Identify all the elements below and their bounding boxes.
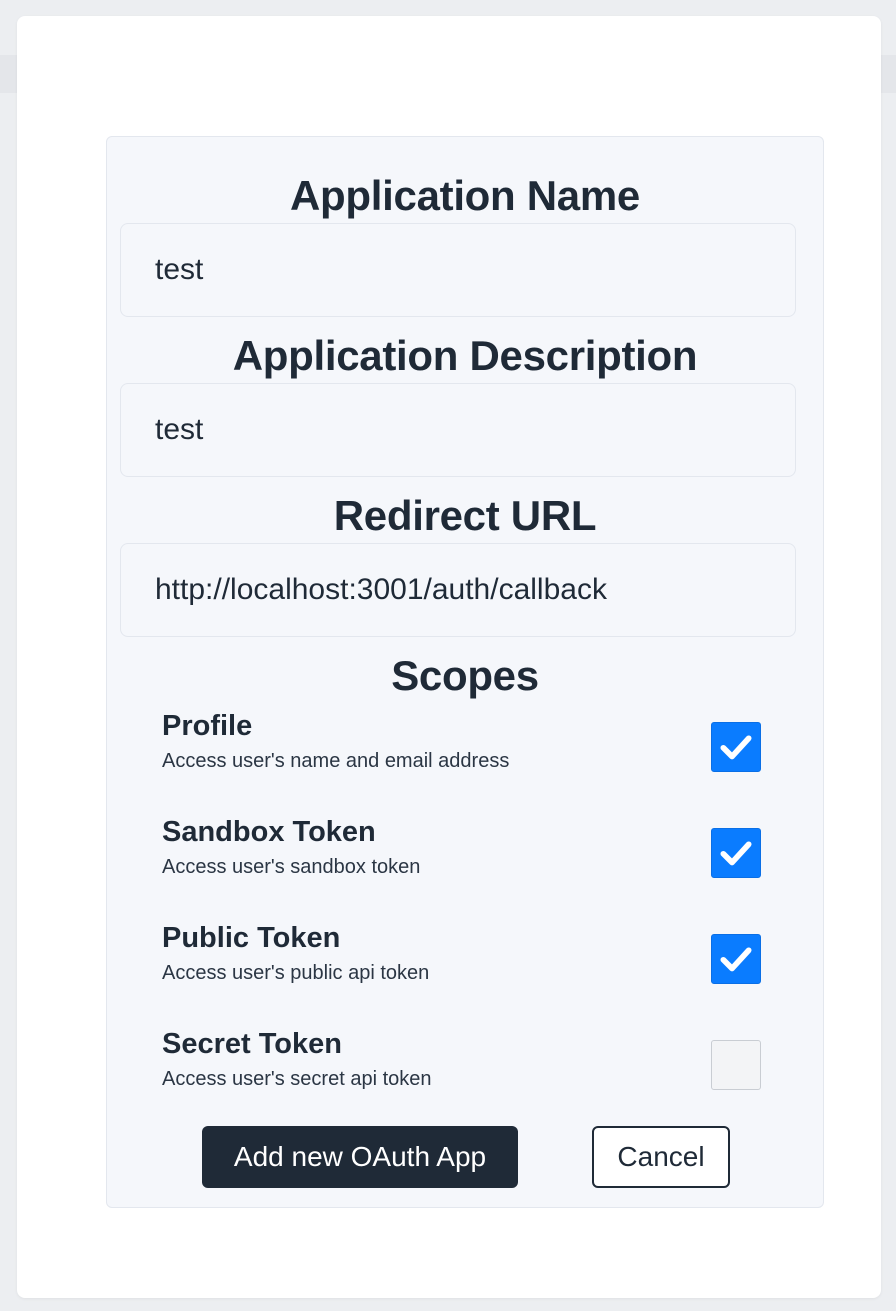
scope-title: Profile xyxy=(162,710,253,742)
app-name-input[interactable] xyxy=(120,223,796,317)
app-description-input[interactable] xyxy=(120,383,796,477)
checkmark-icon xyxy=(720,947,752,972)
scope-item-secret-token: Secret Token Access user's secret api to… xyxy=(162,1027,762,1117)
oauth-app-form: Application Name Application Description… xyxy=(106,136,824,1208)
scopes-heading: Scopes xyxy=(391,652,539,699)
checkmark-icon xyxy=(720,841,752,866)
cancel-button[interactable]: Cancel xyxy=(592,1126,730,1188)
scope-item-profile: Profile Access user's name and email add… xyxy=(162,709,762,799)
page-card: Application Name Application Description… xyxy=(17,16,881,1298)
checkmark-icon xyxy=(720,735,752,760)
scope-description: Access user's public api token xyxy=(162,962,430,984)
redirect-url-label: Redirect URL xyxy=(333,492,597,539)
scope-title: Sandbox Token xyxy=(162,816,376,848)
app-name-label: Application Name xyxy=(290,172,640,219)
scope-checkbox-public-token[interactable] xyxy=(711,934,761,984)
scope-item-public-token: Public Token Access user's public api to… xyxy=(162,921,762,1011)
scope-description: Access user's name and email address xyxy=(162,750,510,772)
scope-checkbox-profile[interactable] xyxy=(711,722,761,772)
add-oauth-app-button[interactable]: Add new OAuth App xyxy=(202,1126,518,1188)
app-description-label: Application Description xyxy=(232,332,698,379)
scope-description: Access user's sandbox token xyxy=(162,856,421,878)
scope-title: Secret Token xyxy=(162,1028,342,1060)
scope-title: Public Token xyxy=(162,922,341,954)
scope-item-sandbox-token: Sandbox Token Access user's sandbox toke… xyxy=(162,815,762,905)
scope-checkbox-sandbox-token[interactable] xyxy=(711,828,761,878)
scope-checkbox-secret-token[interactable] xyxy=(711,1040,761,1090)
scope-description: Access user's secret api token xyxy=(162,1068,432,1090)
redirect-url-input[interactable] xyxy=(120,543,796,637)
